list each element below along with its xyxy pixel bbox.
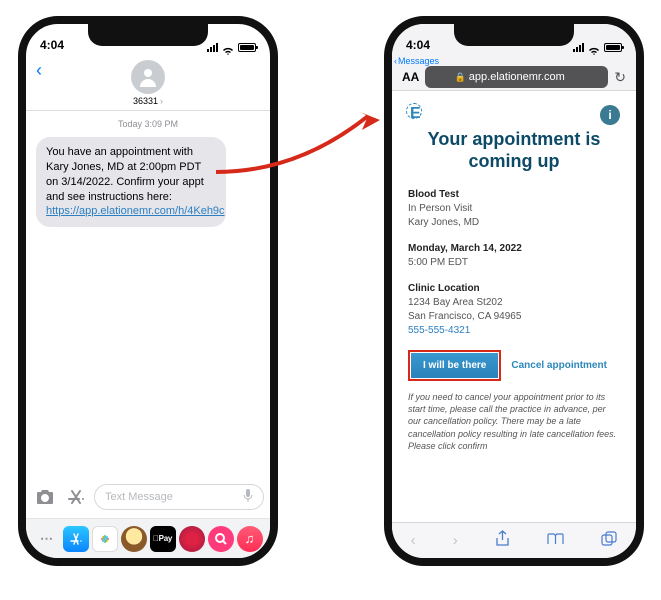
back-to-messages-label: Messages — [398, 56, 439, 66]
reload-icon[interactable]: ↻ — [614, 69, 626, 86]
elation-logo: E — [408, 105, 421, 123]
confirm-button-label: I will be there — [411, 353, 498, 378]
address-bar[interactable]: 🔒 app.elationemr.com — [425, 66, 608, 88]
site-host: app.elationemr.com — [469, 71, 565, 83]
sender-avatar[interactable] — [131, 60, 165, 94]
message-placeholder: Text Message — [105, 491, 173, 503]
confirm-button[interactable]: I will be there — [408, 350, 501, 381]
sms-link[interactable]: https://app.elationemr.com/h/4Keh9c — [46, 205, 225, 217]
messages-header: ‹ 36331 › — [26, 54, 270, 111]
nav-back-icon[interactable]: ‹ — [411, 532, 416, 549]
location-addr2: San Francisco, CA 94965 — [408, 310, 620, 324]
appointment-doctor: Kary Jones, MD — [408, 216, 620, 230]
status-icons — [573, 42, 622, 52]
battery-icon — [238, 43, 256, 52]
bookmarks-icon[interactable] — [547, 532, 564, 550]
info-icon[interactable]: i — [600, 105, 620, 125]
conversation[interactable]: Today 3:09 PM You have an appointment wi… — [26, 111, 270, 483]
datetime-block: Monday, March 14, 2022 5:00 PM EDT — [408, 242, 620, 270]
app-drawer[interactable]: ⋯ Pay ♫ — [26, 518, 270, 558]
mic-icon[interactable] — [243, 489, 253, 506]
location-label: Clinic Location — [408, 282, 620, 296]
chevron-right-icon: › — [160, 96, 163, 106]
back-to-messages[interactable]: ‹Messages — [394, 56, 439, 66]
location-phone[interactable]: 555-555-4321 — [408, 325, 470, 336]
cancellation-policy: If you need to cancel your appointment p… — [408, 391, 620, 452]
gift-icon[interactable] — [179, 526, 205, 552]
status-time: 4:04 — [406, 38, 430, 52]
wifi-icon — [222, 43, 234, 52]
urlbar-subhead: ‹Messages — [392, 54, 636, 64]
nav-forward-icon[interactable]: › — [453, 532, 458, 549]
memoji-icon[interactable] — [121, 526, 147, 552]
appointment-block: Blood Test In Person Visit Kary Jones, M… — [408, 188, 620, 230]
lock-icon: 🔒 — [455, 72, 466, 83]
url-bar: AA 🔒 app.elationemr.com ↻ — [392, 64, 636, 90]
tabs-icon[interactable] — [601, 531, 617, 551]
phone-messages: 4:04 ‹ 36331 › Today 3:09 PM You have an… — [18, 16, 278, 566]
web-page[interactable]: E i Your appointment is coming up Blood … — [392, 91, 636, 511]
sms-bubble[interactable]: You have an appointment with Kary Jones,… — [36, 137, 226, 227]
chevron-left-icon: ‹ — [394, 56, 397, 66]
safari-toolbar: ‹ › — [392, 522, 636, 558]
signal-icon — [207, 42, 218, 52]
message-input[interactable]: Text Message — [94, 484, 264, 510]
sender-name[interactable]: 36331 › — [133, 96, 163, 106]
photos-icon[interactable] — [92, 526, 118, 552]
appointment-time: 5:00 PM EDT — [408, 256, 620, 270]
share-icon[interactable] — [495, 530, 510, 551]
app-store-icon[interactable] — [63, 526, 89, 552]
location-addr1: 1234 Bay Area St202 — [408, 296, 620, 310]
text-size-button[interactable]: AA — [402, 70, 419, 84]
camera-icon[interactable] — [32, 486, 58, 508]
message-timestamp: Today 3:09 PM — [36, 119, 260, 129]
action-row: I will be there Cancel appointment — [408, 350, 620, 381]
location-block: Clinic Location 1234 Bay Area St202 San … — [408, 282, 620, 338]
wifi-icon — [588, 43, 600, 52]
battery-icon — [604, 43, 622, 52]
appointment-date: Monday, March 14, 2022 — [408, 242, 620, 256]
message-input-bar: Text Message — [26, 480, 270, 514]
appointment-type: Blood Test — [408, 188, 620, 202]
search-app-icon[interactable] — [208, 526, 234, 552]
phone-safari: 4:04 ‹Messages AA 🔒 app.elationemr.com ↻… — [384, 16, 644, 566]
status-icons — [207, 42, 256, 52]
page-title: Your appointment is coming up — [408, 129, 620, 172]
more-apps-icon[interactable]: ⋯ — [34, 526, 60, 552]
appointment-mode: In Person Visit — [408, 202, 620, 216]
music-icon[interactable]: ♫ — [237, 526, 263, 552]
page-header: E i — [408, 105, 620, 125]
sms-text: You have an appointment with Kary Jones,… — [46, 146, 204, 203]
status-time: 4:04 — [40, 38, 64, 52]
sender-number: 36331 — [133, 96, 158, 106]
notch — [454, 24, 574, 46]
apps-icon[interactable] — [64, 486, 88, 508]
cancel-link[interactable]: Cancel appointment — [511, 360, 607, 371]
signal-icon — [573, 42, 584, 52]
apple-pay-icon[interactable]: Pay — [150, 526, 176, 552]
back-button[interactable]: ‹ — [36, 60, 42, 81]
notch — [88, 24, 208, 46]
